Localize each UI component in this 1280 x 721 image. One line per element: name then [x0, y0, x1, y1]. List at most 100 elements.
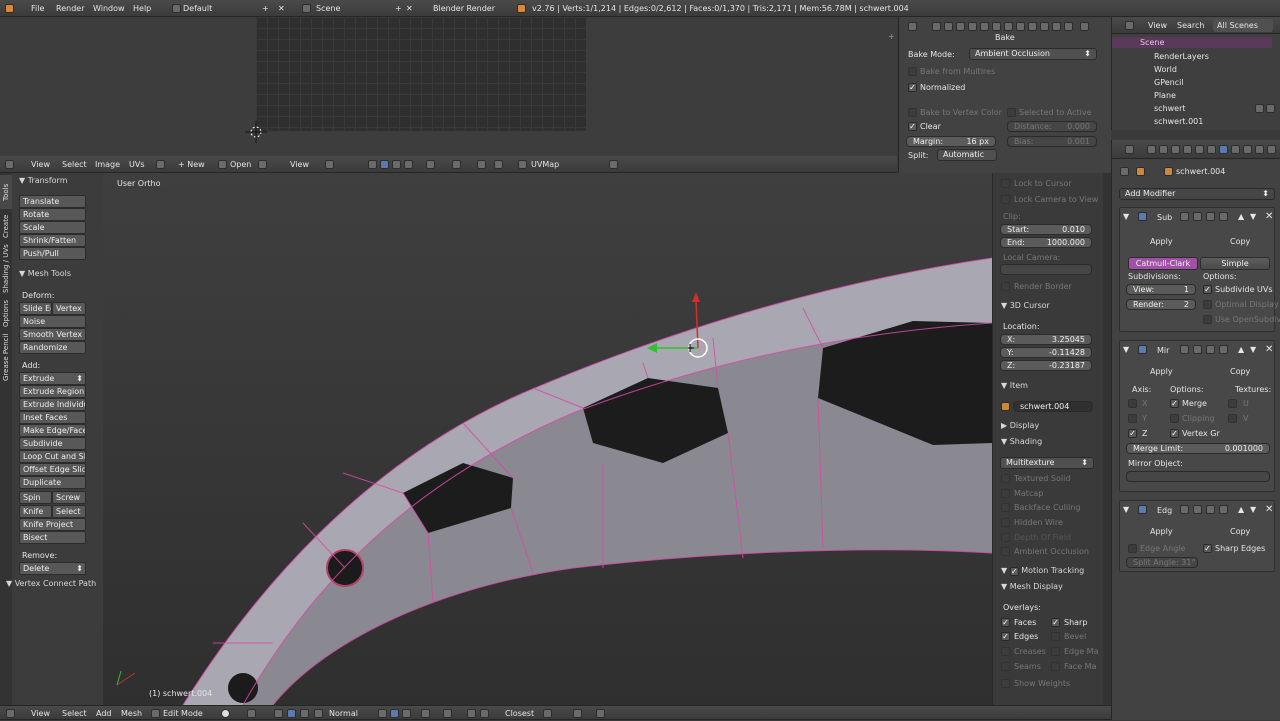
props-world-icon[interactable]	[1183, 145, 1192, 154]
expand-icon[interactable]: ▼	[1123, 212, 1129, 221]
props-constraint-icon[interactable]	[1207, 145, 1216, 154]
tab-options[interactable]: Options	[0, 297, 12, 329]
props-render-icon[interactable]	[1147, 145, 1156, 154]
3d-cursor-header[interactable]: ▼ 3D Cursor	[1001, 301, 1050, 310]
sharp-edges-checkbox[interactable]: ✓	[1203, 544, 1212, 553]
mirror-object-field[interactable]	[1126, 471, 1270, 482]
uv-menu-select[interactable]: Select	[62, 156, 87, 173]
props-texture-icon[interactable]	[1255, 145, 1264, 154]
lock-camera-checkbox[interactable]	[1001, 195, 1010, 204]
uvmap-selector[interactable]: UVMap	[531, 156, 559, 173]
cursor-x-field[interactable]: X: 3.25045	[1000, 334, 1092, 345]
offset-edge-slide-button[interactable]: Offset Edge Slide	[19, 463, 86, 476]
bake-mode-dropdown[interactable]: Ambient Occlusion ⬍	[969, 48, 1097, 60]
subdivide-button[interactable]: Subdivide	[19, 437, 86, 450]
inset-faces-button[interactable]: Inset Faces	[19, 411, 86, 424]
viewport-menu-mesh[interactable]: Mesh	[121, 706, 142, 721]
remove-modifier-icon[interactable]: ✕	[1265, 211, 1273, 222]
mesh-tools-header[interactable]: ▼ Mesh Tools	[19, 269, 71, 278]
transform-manipulator-icon[interactable]	[643, 288, 713, 358]
creases-checkbox[interactable]	[1001, 647, 1010, 656]
blender-logo-icon[interactable]	[5, 4, 14, 13]
move-up-icon[interactable]: ▲	[1238, 505, 1244, 514]
display-header[interactable]: ▶ Display	[1001, 421, 1039, 430]
outliner-menu-view[interactable]: View	[1148, 17, 1167, 34]
pin-icon[interactable]	[1120, 167, 1129, 176]
margin-field[interactable]: Margin: 16 px	[906, 136, 996, 147]
proportional-icon[interactable]	[477, 160, 486, 169]
layout-selector[interactable]: Default	[183, 0, 212, 17]
face-select-icon[interactable]	[392, 160, 401, 169]
push-pull-button[interactable]: Push/Pull	[19, 247, 86, 260]
constraints-tab-icon[interactable]	[992, 22, 1001, 31]
props-layers-icon[interactable]	[1159, 145, 1168, 154]
tab-grease-pencil[interactable]: Grease Pencil	[0, 331, 12, 383]
uvmap-icon[interactable]	[518, 160, 527, 169]
shading-solid-icon[interactable]	[221, 709, 230, 718]
tab-create[interactable]: Create	[0, 211, 12, 241]
transform-orientation-selector[interactable]: Normal	[329, 706, 358, 721]
item-name-field[interactable]: schwert.004	[1013, 401, 1093, 412]
face-mode-icon[interactable]	[402, 709, 411, 718]
tab-shading-uvs[interactable]: Shading / UVs	[0, 243, 12, 295]
image-browse-icon[interactable]	[156, 160, 165, 169]
optimal-display-checkbox[interactable]	[1203, 300, 1212, 309]
rotate-button[interactable]: Rotate	[19, 208, 86, 221]
world-tab-icon[interactable]	[968, 22, 977, 31]
subdivide-uvs-checkbox[interactable]: ✓	[1203, 285, 1212, 294]
uv-menu-uvs[interactable]: UVs	[129, 156, 145, 173]
render-camera-icon[interactable]	[1266, 104, 1275, 113]
item-header[interactable]: ▼ Item	[1001, 381, 1028, 390]
menu-window[interactable]: Window	[93, 0, 125, 17]
corner-widget-icon[interactable]: +	[888, 32, 895, 41]
island-select-icon[interactable]	[404, 160, 413, 169]
cage-toggle-icon[interactable]	[1219, 505, 1228, 514]
axis-y-checkbox[interactable]	[1128, 414, 1137, 423]
mirror-copy-button[interactable]: Copy	[1230, 367, 1250, 376]
cursor-z-field[interactable]: Z: -0.23187	[1000, 360, 1092, 371]
snap-toggle-icon[interactable]	[467, 709, 476, 718]
editmode-toggle-icon[interactable]	[1180, 212, 1189, 221]
delete-button[interactable]: Delete ⬍	[19, 562, 86, 575]
clipping-checkbox[interactable]	[1170, 414, 1179, 423]
viewport-menu-add[interactable]: Add	[96, 706, 112, 721]
remove-modifier-icon[interactable]: ✕	[1265, 344, 1273, 355]
ambient-occlusion-checkbox[interactable]	[1001, 547, 1010, 556]
props-material-icon[interactable]	[1243, 145, 1252, 154]
sync-selection-icon[interactable]	[325, 160, 334, 169]
viewport-menu-view[interactable]: View	[31, 706, 50, 721]
move-up-icon[interactable]: ▲	[1238, 212, 1244, 221]
bisect-button[interactable]: Bisect	[19, 531, 86, 544]
loop-cut-button[interactable]: Loop Cut and Slide	[19, 450, 86, 463]
cage-toggle-icon[interactable]	[1219, 212, 1228, 221]
edgesplit-copy-button[interactable]: Copy	[1230, 527, 1250, 536]
screw-button[interactable]: Screw	[52, 491, 86, 504]
outliner-menu-search[interactable]: Search	[1177, 17, 1204, 34]
knife-select-button[interactable]: Select	[52, 505, 86, 518]
motion-tracking-header[interactable]: ▼ ✓ Motion Tracking	[1001, 566, 1084, 576]
new-image-button[interactable]: + New	[178, 156, 205, 173]
menu-file[interactable]: File	[31, 0, 44, 17]
subsurf-copy-button[interactable]: Copy	[1230, 237, 1250, 246]
render-tab-icon[interactable]	[932, 22, 941, 31]
sticky-mode-icon[interactable]	[426, 160, 435, 169]
outliner-row-schwert[interactable]: schwert	[1154, 104, 1186, 113]
edgesplit-name[interactable]: Edg	[1157, 506, 1172, 515]
motion-tracking-checkbox[interactable]: ✓	[1009, 567, 1019, 576]
outliner-row-gpencil[interactable]: GPencil	[1154, 78, 1184, 87]
bevel-checkbox[interactable]	[1051, 632, 1060, 641]
duplicate-button[interactable]: Duplicate	[19, 476, 86, 489]
pivot-icon[interactable]	[452, 160, 461, 169]
manipulator-translate-icon[interactable]	[274, 709, 283, 718]
selected-active-checkbox[interactable]	[1007, 108, 1016, 117]
vertex-select-icon[interactable]	[368, 160, 377, 169]
bias-field[interactable]: Bias: 0.001	[1007, 136, 1097, 147]
expand-icon[interactable]: ▼	[1123, 505, 1129, 514]
viewport-editor-icon[interactable]	[6, 709, 15, 718]
add-layout-icon[interactable]: +	[262, 0, 269, 17]
move-down-icon[interactable]: ▼	[1250, 345, 1256, 354]
menu-help[interactable]: Help	[133, 0, 151, 17]
show-weights-checkbox[interactable]	[1001, 679, 1010, 688]
split-dropdown[interactable]: Automatic	[937, 149, 997, 161]
last-operator-header[interactable]: ▼ Vertex Connect Path	[6, 579, 96, 588]
